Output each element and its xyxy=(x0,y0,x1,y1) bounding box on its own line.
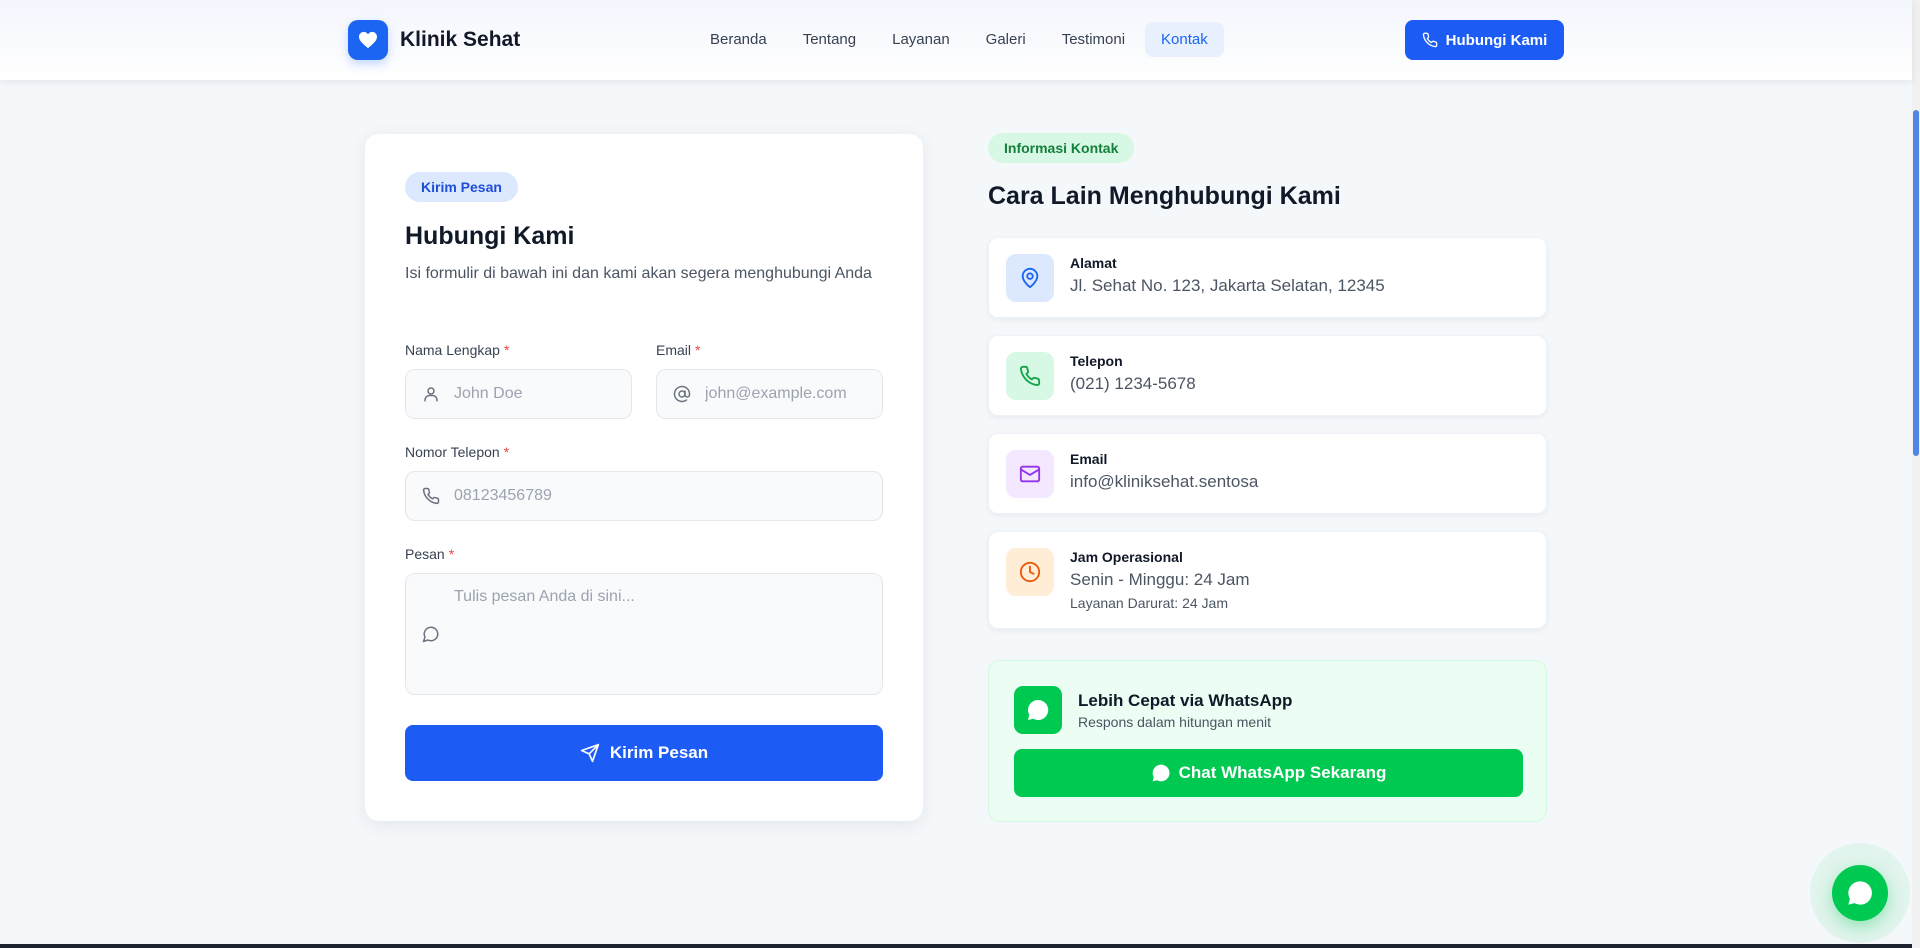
main-nav: Beranda Tentang Layanan Galeri Testimoni… xyxy=(694,22,1228,57)
message-input[interactable] xyxy=(406,574,882,694)
contact-item-hours: Jam Operasional Senin - Minggu: 24 Jam L… xyxy=(988,531,1547,629)
contact-item-address: Alamat Jl. Sehat No. 123, Jakarta Selata… xyxy=(988,237,1547,318)
name-label-text: Nama Lengkap xyxy=(405,342,500,358)
contact-item-label: Email xyxy=(1070,451,1108,467)
phone-icon xyxy=(422,487,440,505)
nav-testimoni[interactable]: Testimoni xyxy=(1046,22,1141,57)
contact-item-email: Email info@kliniksehat.sentosa xyxy=(988,433,1547,514)
contact-item-label: Alamat xyxy=(1070,255,1117,271)
send-icon xyxy=(580,743,600,763)
phone-field xyxy=(405,471,883,521)
whatsapp-chat-button-label: Chat WhatsApp Sekarang xyxy=(1178,763,1387,782)
required-mark: * xyxy=(503,444,510,460)
email-field xyxy=(656,369,883,419)
scrollbar-thumb[interactable] xyxy=(1913,110,1919,456)
clock-icon xyxy=(1006,548,1054,596)
contact-item-extra: Layanan Darurat: 24 Jam xyxy=(1070,595,1228,611)
phone-label-text: Nomor Telepon xyxy=(405,444,500,460)
map-pin-icon xyxy=(1006,254,1054,302)
nav-kontak[interactable]: Kontak xyxy=(1145,22,1224,57)
floating-whatsapp-button[interactable] xyxy=(1832,865,1888,921)
contact-item-value[interactable]: info@kliniksehat.sentosa xyxy=(1070,472,1258,492)
message-circle-icon xyxy=(422,625,440,643)
form-title: Hubungi Kami xyxy=(405,222,575,250)
form-badge: Kirim Pesan xyxy=(405,172,518,202)
name-label: Nama Lengkap * xyxy=(405,342,509,358)
phone-icon xyxy=(1422,32,1437,48)
name-field xyxy=(405,369,632,419)
submit-button-label: Kirim Pesan xyxy=(609,743,709,762)
submit-button[interactable]: Kirim Pesan xyxy=(405,725,883,781)
contact-item-value[interactable]: (021) 1234-5678 xyxy=(1070,374,1196,394)
phone-input[interactable] xyxy=(406,487,882,505)
contact-item-phone: Telepon (021) 1234-5678 xyxy=(988,335,1547,416)
whatsapp-icon xyxy=(1014,686,1062,734)
call-button[interactable]: Hubungi Kami xyxy=(1405,20,1564,60)
message-circle-icon xyxy=(1152,764,1170,782)
contact-info-title: Cara Lain Menghubungi Kami xyxy=(988,182,1341,210)
contact-item-label: Telepon xyxy=(1070,353,1123,369)
brand-name: Klinik Sehat xyxy=(400,28,521,51)
phone-icon xyxy=(1006,352,1054,400)
heart-icon xyxy=(348,20,388,60)
whatsapp-chat-button[interactable]: Chat WhatsApp Sekarang xyxy=(1014,749,1523,797)
footer-edge xyxy=(0,944,1912,948)
required-mark: * xyxy=(695,342,701,358)
required-mark: * xyxy=(503,342,510,358)
at-sign-icon xyxy=(673,385,691,403)
email-label: Email * xyxy=(656,342,700,358)
nav-beranda[interactable]: Beranda xyxy=(694,22,783,57)
message-field xyxy=(405,573,883,695)
mail-icon xyxy=(1006,450,1054,498)
whatsapp-subtitle: Respons dalam hitungan menit xyxy=(1078,714,1272,730)
whatsapp-card: Lebih Cepat via WhatsApp Respons dalam h… xyxy=(988,660,1547,822)
message-label: Pesan * xyxy=(405,546,454,562)
required-mark: * xyxy=(448,546,455,562)
nav-layanan[interactable]: Layanan xyxy=(876,22,966,57)
email-label-text: Email xyxy=(656,342,692,358)
whatsapp-icon xyxy=(1848,881,1872,905)
nav-galeri[interactable]: Galeri xyxy=(970,22,1042,57)
contact-item-label: Jam Operasional xyxy=(1070,549,1183,565)
nav-tentang[interactable]: Tentang xyxy=(787,22,872,57)
user-icon xyxy=(422,385,440,403)
contact-item-value: Senin - Minggu: 24 Jam xyxy=(1070,570,1250,589)
contact-item-value: Jl. Sehat No. 123, Jakarta Selatan, 1234… xyxy=(1070,276,1385,295)
brand[interactable]: Klinik Sehat xyxy=(348,20,520,60)
contact-form-card: Kirim Pesan Hubungi Kami Isi formulir di… xyxy=(365,134,923,821)
phone-label: Nomor Telepon * xyxy=(405,444,509,460)
site-header: Klinik Sehat Beranda Tentang Layanan Gal… xyxy=(0,0,1912,80)
contact-info-badge: Informasi Kontak xyxy=(988,133,1135,163)
message-label-text: Pesan xyxy=(405,546,445,562)
call-button-label: Hubungi Kami xyxy=(1445,31,1548,49)
form-subtitle: Isi formulir di bawah ini dan kami akan … xyxy=(405,265,872,282)
whatsapp-title: Lebih Cepat via WhatsApp xyxy=(1078,691,1293,710)
